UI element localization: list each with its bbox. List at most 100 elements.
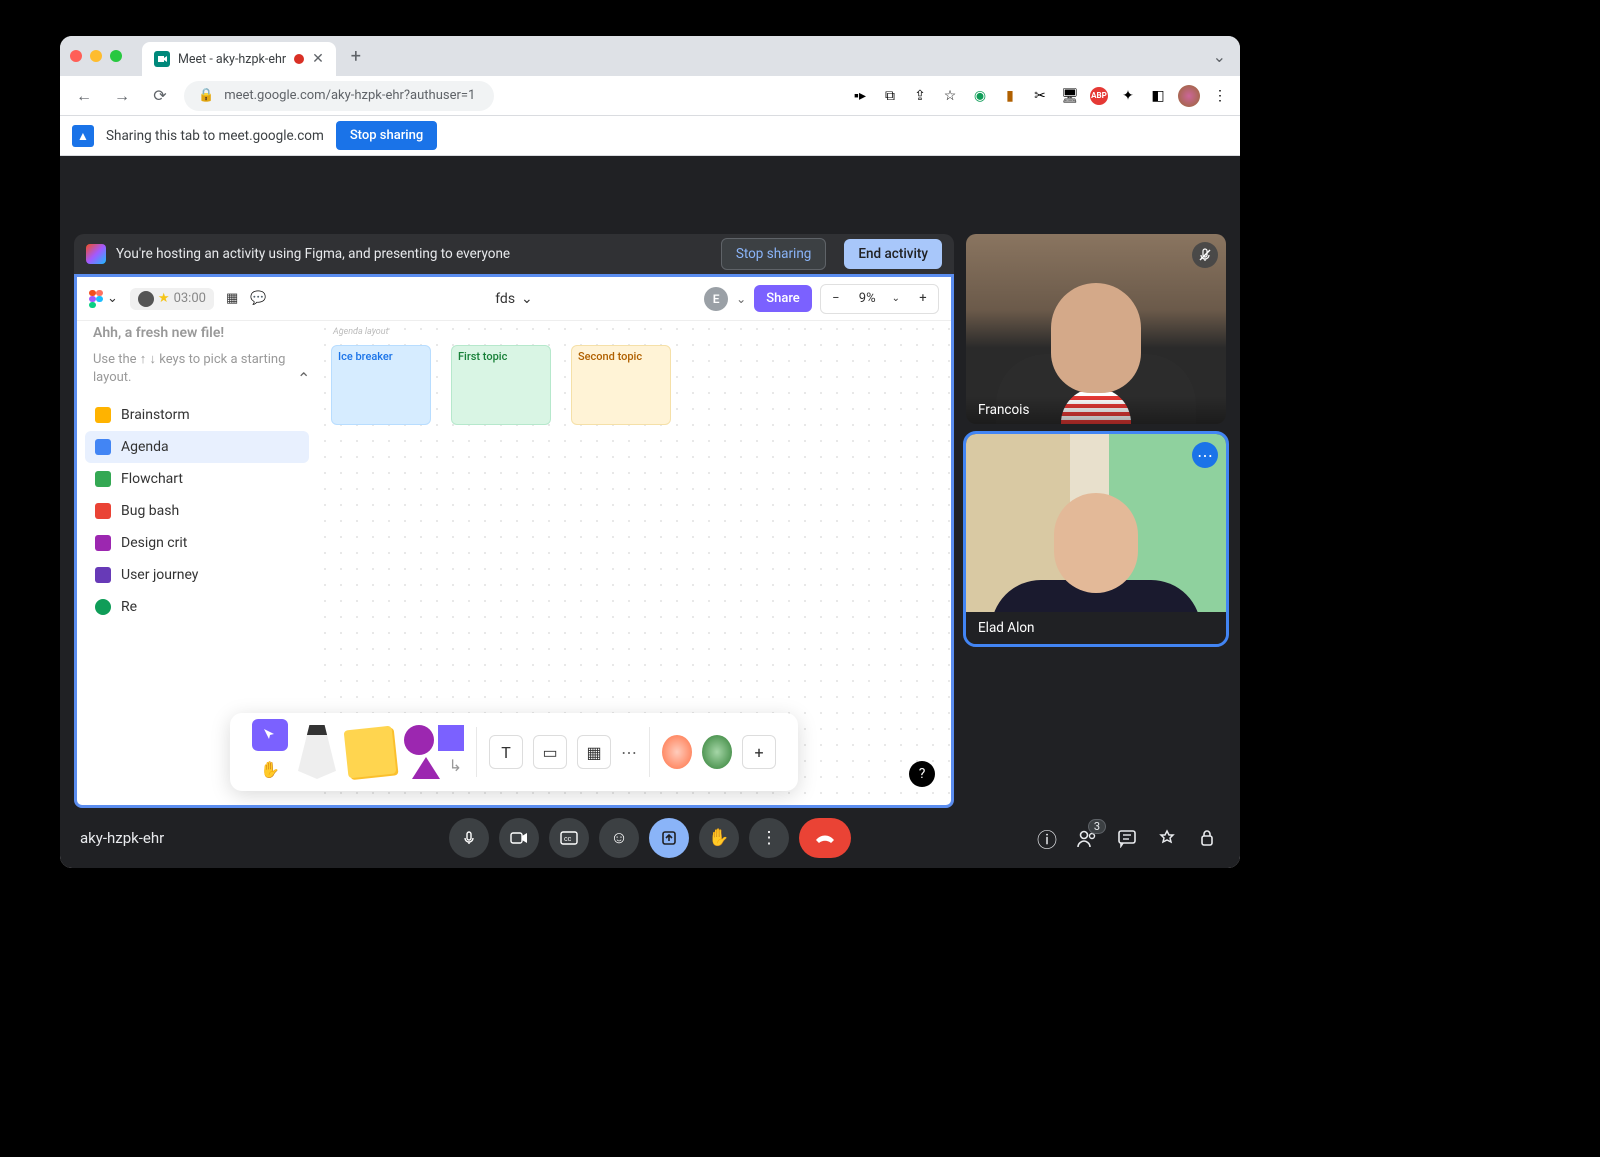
activity-end-button[interactable]: End activity xyxy=(844,239,942,269)
layout-brainstorm[interactable]: Brainstorm xyxy=(85,399,309,431)
extension-display-icon[interactable]: 🖥 xyxy=(1060,86,1080,106)
layout-userjourney[interactable]: User journey xyxy=(85,559,309,591)
pencil-tool[interactable] xyxy=(298,725,336,779)
zoom-in-button[interactable]: + xyxy=(908,291,938,306)
participant-tile-elad[interactable]: ⋯ Elad Alon xyxy=(966,434,1226,644)
extension-folder-icon[interactable]: ▮ xyxy=(1000,86,1020,106)
captions-button[interactable]: cc xyxy=(549,818,589,858)
share-icon[interactable]: ⇪ xyxy=(910,86,930,106)
meeting-details-button[interactable]: ⓘ xyxy=(1034,825,1060,851)
hand-tool[interactable]: ✋ xyxy=(252,753,288,785)
comment-button[interactable]: 💬 xyxy=(250,291,266,306)
card-second-topic[interactable]: Second topic xyxy=(571,345,671,425)
chat-button[interactable] xyxy=(1114,825,1140,851)
doc-title[interactable]: fds xyxy=(495,291,515,307)
layout-bugbash[interactable]: Bug bash xyxy=(85,495,309,527)
add-tool-button[interactable]: + xyxy=(742,735,776,769)
chevron-down-icon[interactable]: ⌄ xyxy=(521,291,533,307)
layout-flowchart[interactable]: Flowchart xyxy=(85,463,309,495)
more-options-button[interactable]: ⋮ xyxy=(749,818,789,858)
url-input[interactable]: 🔒 meet.google.com/aky-hzpk-ehr?authuser=… xyxy=(184,81,494,111)
open-external-icon[interactable]: ⧉ xyxy=(880,86,900,106)
present-button[interactable] xyxy=(649,818,689,858)
close-window-button[interactable] xyxy=(70,50,82,62)
extension-abp-icon[interactable]: ABP xyxy=(1090,87,1108,105)
recording-indicator-icon xyxy=(294,54,304,64)
video-feed xyxy=(966,434,1226,612)
activity-stop-button[interactable]: Stop sharing xyxy=(721,238,827,270)
collaborator-avatar[interactable]: E xyxy=(704,287,728,311)
figma-timer[interactable]: ★ 03:00 xyxy=(130,288,214,310)
mic-button[interactable] xyxy=(449,818,489,858)
chevron-down-icon[interactable]: ⌄ xyxy=(884,293,908,304)
figma-menu-button[interactable]: ⌄ xyxy=(89,290,118,308)
forward-button[interactable]: → xyxy=(108,82,136,110)
extension-green-icon[interactable]: ◉ xyxy=(970,86,990,106)
chrome-menu-button[interactable]: ⋮ xyxy=(1210,86,1230,106)
tab-strip: Meet - aky-hzpk-ehr ✕ + ⌄ xyxy=(60,36,1240,76)
camera-button[interactable] xyxy=(499,818,539,858)
chevron-down-icon[interactable]: ⌄ xyxy=(736,292,746,306)
reactions-button[interactable]: ☺ xyxy=(599,818,639,858)
browser-tab[interactable]: Meet - aky-hzpk-ehr ✕ xyxy=(142,42,336,76)
participant-tile-francois[interactable]: Francois xyxy=(966,234,1226,424)
reload-button[interactable]: ⟳ xyxy=(146,82,174,110)
stamp-2[interactable] xyxy=(702,735,732,769)
text-tool[interactable]: T xyxy=(489,735,523,769)
zoom-control: − 9% ⌄ + xyxy=(820,284,939,314)
camera-indicator-icon[interactable]: ▪▸ xyxy=(850,86,870,106)
present-icon: ▲ xyxy=(72,125,94,147)
people-button[interactable]: 3 xyxy=(1074,825,1100,851)
tab-overflow-button[interactable]: ⌄ xyxy=(1213,47,1226,66)
figma-share-button[interactable]: Share xyxy=(754,285,812,312)
new-tab-button[interactable]: + xyxy=(342,42,370,70)
card-first-topic[interactable]: First topic xyxy=(451,345,551,425)
figma-toolbar: ✋ ↳ T ▭ ▦ ⋯ xyxy=(230,713,798,791)
tile-more-button[interactable]: ⋯ xyxy=(1192,442,1218,468)
zoom-out-button[interactable]: − xyxy=(821,291,851,306)
extension-scissors-icon[interactable]: ✂︎ xyxy=(1030,86,1050,106)
profile-avatar[interactable] xyxy=(1178,85,1200,107)
layout-label: Re xyxy=(121,599,137,615)
layout-designcrit[interactable]: Design crit xyxy=(85,527,309,559)
help-button[interactable]: ? xyxy=(909,761,935,787)
more-tools-button[interactable]: ⋯ xyxy=(621,743,637,762)
activities-button[interactable] xyxy=(1154,825,1180,851)
card-icebreaker[interactable]: Ice breaker xyxy=(331,345,431,425)
select-tool[interactable] xyxy=(252,719,288,751)
close-tab-button[interactable]: ✕ xyxy=(312,51,324,67)
maximize-window-button[interactable] xyxy=(110,50,122,62)
raise-hand-button[interactable]: ✋ xyxy=(699,818,739,858)
extensions-button[interactable]: ✦ xyxy=(1118,86,1138,106)
activity-banner: You're hosting an activity using Figma, … xyxy=(74,234,954,274)
figma-logo-icon xyxy=(86,244,106,264)
triangle-icon xyxy=(412,757,440,779)
bookmark-icon[interactable]: ☆ xyxy=(940,86,960,106)
meeting-code: aky-hzpk-ehr xyxy=(80,829,164,847)
shapes-tool[interactable]: ↳ xyxy=(404,725,464,779)
tab-title: Meet - aky-hzpk-ehr xyxy=(178,52,286,67)
hint-body: Use the ↑ ↓ keys to pick a starting layo… xyxy=(85,345,309,399)
stamp-1[interactable] xyxy=(662,735,692,769)
layout-label: Flowchart xyxy=(121,471,183,487)
participant-name: Elad Alon xyxy=(966,612,1226,644)
table-tool[interactable]: ▦ xyxy=(577,735,611,769)
section-tool[interactable]: ▭ xyxy=(533,735,567,769)
back-button[interactable]: ← xyxy=(70,82,98,110)
figma-presentation: ⌄ ★ 03:00 ▦ 💬 fds ⌄ E ⌄ Share xyxy=(74,274,954,808)
layout-more[interactable]: Re xyxy=(85,591,309,623)
timer-value: 03:00 xyxy=(174,291,206,306)
zoom-value[interactable]: 9% xyxy=(851,291,884,306)
layout-grid-button[interactable]: ▦ xyxy=(226,291,238,306)
minimize-window-button[interactable] xyxy=(90,50,102,62)
muted-icon xyxy=(1192,242,1218,268)
hangup-button[interactable] xyxy=(799,818,851,858)
meet-right-actions: ⓘ 3 xyxy=(1034,825,1220,851)
close-hint-button[interactable]: ⌃ xyxy=(297,369,310,388)
sticky-tool[interactable] xyxy=(344,726,397,779)
star-icon: ★ xyxy=(158,291,170,306)
sidepanel-button[interactable]: ◧ xyxy=(1148,86,1168,106)
host-controls-button[interactable] xyxy=(1194,825,1220,851)
layout-agenda[interactable]: Agenda xyxy=(85,431,309,463)
stop-sharing-button[interactable]: Stop sharing xyxy=(336,121,437,150)
